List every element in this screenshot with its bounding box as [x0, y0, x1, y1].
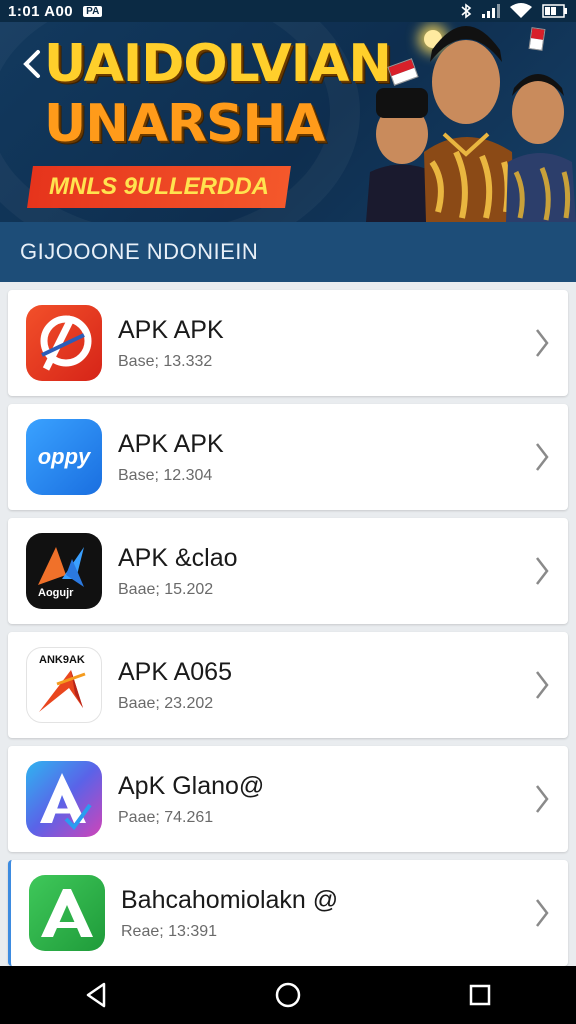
oppy-logo-text: oppy	[37, 444, 91, 469]
red-p-logo-icon	[26, 305, 102, 381]
list-item[interactable]: ApK Glano@ Paae; 74.261	[8, 746, 568, 852]
chevron-right-icon	[530, 782, 554, 816]
chevron-left-icon	[23, 50, 40, 78]
item-text: APK &clao Baae; 15.202	[118, 544, 530, 599]
status-icons	[460, 3, 568, 19]
item-text: APK A065 Baae; 23.202	[118, 658, 530, 713]
section-title: GIJOOONE NDONIEIN	[20, 239, 259, 264]
app-subtitle: Baae; 15.202	[118, 580, 214, 598]
nav-recents-button[interactable]	[452, 973, 508, 1017]
item-text: ApK Glano@ Paae; 74.261	[118, 772, 530, 827]
section-header: GIJOOONE NDONIEIN	[0, 222, 576, 282]
app-title: APK APK	[118, 315, 224, 344]
app-list: APK APK Base; 13.332 oppy APK APK Base; …	[0, 282, 576, 966]
list-item[interactable]: APK APK Base; 13.332	[8, 290, 568, 396]
app-subtitle: Base; 13.332	[118, 352, 213, 370]
status-bar: 1:01 A00 PA	[0, 0, 576, 22]
banner-title-line2: UNARSHA	[44, 94, 325, 154]
bluetooth-icon	[461, 3, 472, 19]
promo-banner: UAIDOLVIAN UNARSHA MNLS 9ULLERDDA	[0, 22, 576, 222]
item-text: APK APK Base; 12.304	[118, 430, 530, 485]
orange-arrow-logo-icon: ANK9AK	[26, 647, 102, 723]
app-subtitle: Paae; 74.261	[118, 808, 214, 826]
chevron-right-icon	[530, 554, 554, 588]
app-title: ApK Glano@	[118, 771, 265, 800]
arrow-logo-text: ANK9AK	[39, 654, 85, 666]
wifi-icon	[510, 3, 532, 18]
item-text: APK APK Base; 13.332	[118, 316, 530, 371]
recents-square-icon	[469, 984, 491, 1006]
back-button[interactable]	[18, 44, 46, 84]
chevron-right-icon	[530, 896, 554, 930]
item-text: Bahcahomiolakn @ Reae; 13:391	[121, 886, 530, 941]
ak-logo-text: Aogujr	[38, 587, 74, 599]
green-a-logo-icon	[29, 875, 105, 951]
banner-subtitle: MNLS 9ULLERDDA	[49, 173, 269, 200]
app-subtitle: Baae; 23.202	[118, 694, 214, 712]
banner-title-line1: UAIDOLVIAN	[44, 34, 392, 94]
oppy-logo-icon: oppy	[26, 419, 102, 495]
gradient-a-logo-icon	[26, 761, 102, 837]
list-item[interactable]: ANK9AK APK A065 Baae; 23.202	[8, 632, 568, 738]
chevron-right-icon	[530, 440, 554, 474]
app-subtitle: Base; 12.304	[118, 466, 213, 484]
notification-badge: PA	[83, 5, 103, 17]
black-ak-logo-icon: Aogujr	[26, 533, 102, 609]
app-screen: 1:01 A00 PA UAIDOLVIAN UNARSHA MNLS 9ULL…	[0, 0, 576, 1024]
person-illustration	[366, 26, 576, 222]
app-title: APK A065	[118, 657, 232, 686]
battery-icon	[542, 4, 567, 18]
list-item[interactable]: Aogujr APK &clao Baae; 15.202	[8, 518, 568, 624]
signal-icon	[482, 4, 500, 18]
app-title: Bahcahomiolakn @	[121, 885, 339, 914]
home-circle-icon	[275, 982, 301, 1008]
nav-home-button[interactable]	[260, 973, 316, 1017]
system-nav-bar	[0, 966, 576, 1024]
chevron-right-icon	[530, 668, 554, 702]
nav-back-button[interactable]	[68, 973, 124, 1017]
app-subtitle: Reae; 13:391	[121, 922, 218, 940]
chevron-right-icon	[530, 326, 554, 360]
status-time: 1:01 A00	[8, 2, 74, 20]
back-triangle-icon	[86, 982, 106, 1008]
app-title: APK &clao	[118, 543, 238, 572]
list-item[interactable]: oppy APK APK Base; 12.304	[8, 404, 568, 510]
banner-ribbon: MNLS 9ULLERDDA	[27, 166, 291, 208]
list-item[interactable]: Bahcahomiolakn @ Reae; 13:391	[8, 860, 568, 966]
app-title: APK APK	[118, 429, 224, 458]
